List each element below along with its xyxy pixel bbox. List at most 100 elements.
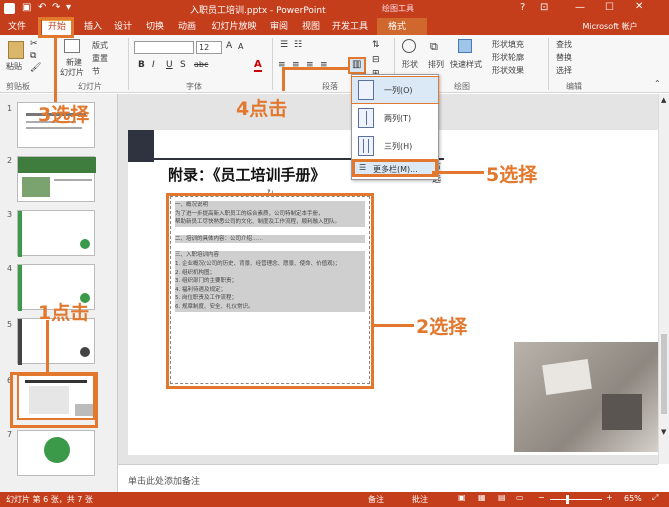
shape-outline-button[interactable]: 形状轮廓	[492, 52, 524, 63]
numbering-icon[interactable]: ☷	[294, 40, 302, 50]
help-icon[interactable]: ?	[520, 2, 525, 13]
shapes-icon[interactable]	[402, 39, 416, 53]
strike-button[interactable]: abc	[194, 60, 208, 69]
slide-title[interactable]: 附录：《员工培训手册》	[168, 164, 326, 185]
copy-icon[interactable]: ⧉	[30, 51, 36, 61]
layout-button[interactable]: 版式	[92, 40, 108, 51]
connector-3	[54, 38, 57, 102]
tab-format[interactable]: 格式	[382, 19, 412, 35]
shape-effects-button[interactable]: 形状效果	[492, 65, 524, 76]
slide-photo[interactable]	[514, 342, 658, 452]
scroll-down-icon[interactable]: ▼	[661, 428, 666, 436]
shapes-label[interactable]: 形状	[402, 59, 418, 70]
underline-button[interactable]: U	[166, 60, 173, 70]
reset-button[interactable]: 重置	[92, 53, 108, 64]
zoom-out-icon[interactable]: −	[538, 493, 545, 502]
quick-access-more-icon[interactable]: ▾	[66, 2, 71, 13]
thumb-number: 2	[7, 156, 13, 165]
callout-4: 4点击	[236, 98, 288, 120]
tab-design[interactable]: 设计	[110, 19, 136, 35]
tab-animations[interactable]: 动画	[174, 19, 200, 35]
more-columns-icon: ☰	[359, 163, 367, 172]
new-slide-label-2[interactable]: 幻灯片	[60, 67, 84, 78]
columns-button[interactable]: ▥	[348, 57, 366, 74]
slide-thumbnail-3[interactable]	[17, 210, 95, 257]
arrange-icon[interactable]: ⧉	[430, 40, 438, 54]
comments-button[interactable]: 批注	[412, 494, 428, 505]
section-button[interactable]: 节	[92, 66, 100, 77]
menu-item-one-column[interactable]: 一列(O)	[351, 76, 439, 104]
replace-button[interactable]: 替换	[556, 52, 572, 63]
shape-fill-button[interactable]: 形状填充	[492, 39, 524, 50]
notes-button[interactable]: 备注	[368, 494, 384, 505]
notes-placeholder[interactable]: 单击此处添加备注	[128, 474, 200, 487]
menu-item-label: 更多栏(M)...	[373, 165, 418, 174]
ribbon-display-icon[interactable]: ⊡	[540, 2, 548, 13]
shrink-font-icon[interactable]: A	[238, 42, 243, 51]
scroll-thumb[interactable]	[661, 334, 667, 414]
font-color-icon[interactable]: A	[254, 59, 262, 72]
quick-styles-label[interactable]: 快速样式	[450, 59, 482, 70]
slides-group-label: 幻灯片	[78, 82, 102, 91]
tab-insert[interactable]: 插入	[80, 19, 106, 35]
zoom-in-icon[interactable]: +	[606, 493, 613, 502]
tab-file[interactable]: 文件	[4, 19, 30, 35]
tab-slideshow[interactable]: 幻灯片放映	[206, 19, 262, 35]
minimize-icon[interactable]: —	[575, 2, 585, 13]
shadow-button[interactable]: S	[180, 60, 186, 70]
notes-pane[interactable]: 单击此处添加备注	[118, 464, 658, 492]
sorter-view-icon[interactable]: ▦	[478, 493, 486, 502]
close-icon[interactable]: ✕	[635, 1, 643, 12]
font-name-input[interactable]	[134, 41, 194, 54]
save-icon[interactable]: ▣	[22, 2, 31, 13]
connector-5	[432, 171, 484, 174]
slide-thumbnail-pane[interactable]: 1 2 3 4 5 6 7	[0, 94, 118, 492]
bullets-icon[interactable]: ☰	[280, 40, 288, 50]
zoom-level[interactable]: 65%	[624, 494, 642, 503]
reading-view-icon[interactable]: ▤	[498, 493, 506, 502]
menu-item-three-columns[interactable]: 三列(H)	[352, 133, 438, 159]
align-text-icon[interactable]: ⊟	[372, 55, 380, 65]
tab-transitions[interactable]: 切换	[142, 19, 168, 35]
tab-developer[interactable]: 开发工具	[330, 19, 370, 35]
text-direction-icon[interactable]: ⇅	[372, 40, 380, 50]
paste-label[interactable]: 粘贴	[6, 61, 22, 72]
fit-slide-icon[interactable]: ⤢	[652, 493, 658, 503]
vertical-scrollbar[interactable]: ▲ ▼	[658, 94, 669, 464]
cut-icon[interactable]: ✂	[30, 39, 38, 49]
tab-review[interactable]: 审阅	[266, 19, 292, 35]
callout-5: 5选择	[486, 164, 538, 186]
clipboard-group-label: 剪贴板	[6, 82, 30, 91]
account-label[interactable]: Microsoft 帐户	[580, 19, 640, 35]
paste-icon[interactable]	[8, 41, 24, 59]
collapse-ribbon-icon[interactable]: ⌃	[654, 79, 661, 88]
menu-item-label: 两列(T)	[384, 114, 412, 123]
zoom-slider-thumb[interactable]	[566, 495, 569, 504]
new-slide-icon[interactable]	[64, 39, 80, 53]
undo-icon[interactable]: ↶	[38, 2, 46, 13]
normal-view-icon[interactable]: ▣	[458, 493, 466, 502]
arrange-label[interactable]: 排列	[428, 59, 444, 70]
find-button[interactable]: 查找	[556, 39, 572, 50]
zoom-slider[interactable]	[550, 499, 602, 500]
tab-view[interactable]: 视图	[298, 19, 324, 35]
scroll-up-icon[interactable]: ▲	[661, 96, 666, 104]
quick-styles-icon[interactable]	[458, 39, 472, 53]
grow-font-icon[interactable]: A	[226, 41, 232, 51]
connector-2	[374, 324, 414, 327]
font-size-input[interactable]: 12	[196, 41, 222, 54]
maximize-icon[interactable]: ☐	[605, 2, 614, 13]
slide-thumbnail-2[interactable]	[17, 156, 96, 202]
slide-thumbnail-7[interactable]	[17, 430, 95, 476]
slideshow-view-icon[interactable]: ▭	[516, 493, 524, 502]
menu-item-more-columns[interactable]: ☰ 更多栏(M)...	[352, 159, 438, 177]
callout-1: 1点击	[38, 302, 90, 324]
format-painter-icon[interactable]: 🖌	[30, 63, 41, 73]
select-button[interactable]: 选择	[556, 65, 572, 76]
menu-item-two-columns[interactable]: 两列(T)	[352, 105, 438, 131]
redo-icon[interactable]: ↷	[52, 2, 60, 13]
window-title: 入职员工培训.pptx - PowerPoint	[190, 6, 326, 16]
italic-button[interactable]: I	[152, 60, 155, 70]
bold-button[interactable]: B	[138, 60, 145, 70]
drawing-group-label: 绘图	[454, 82, 470, 91]
